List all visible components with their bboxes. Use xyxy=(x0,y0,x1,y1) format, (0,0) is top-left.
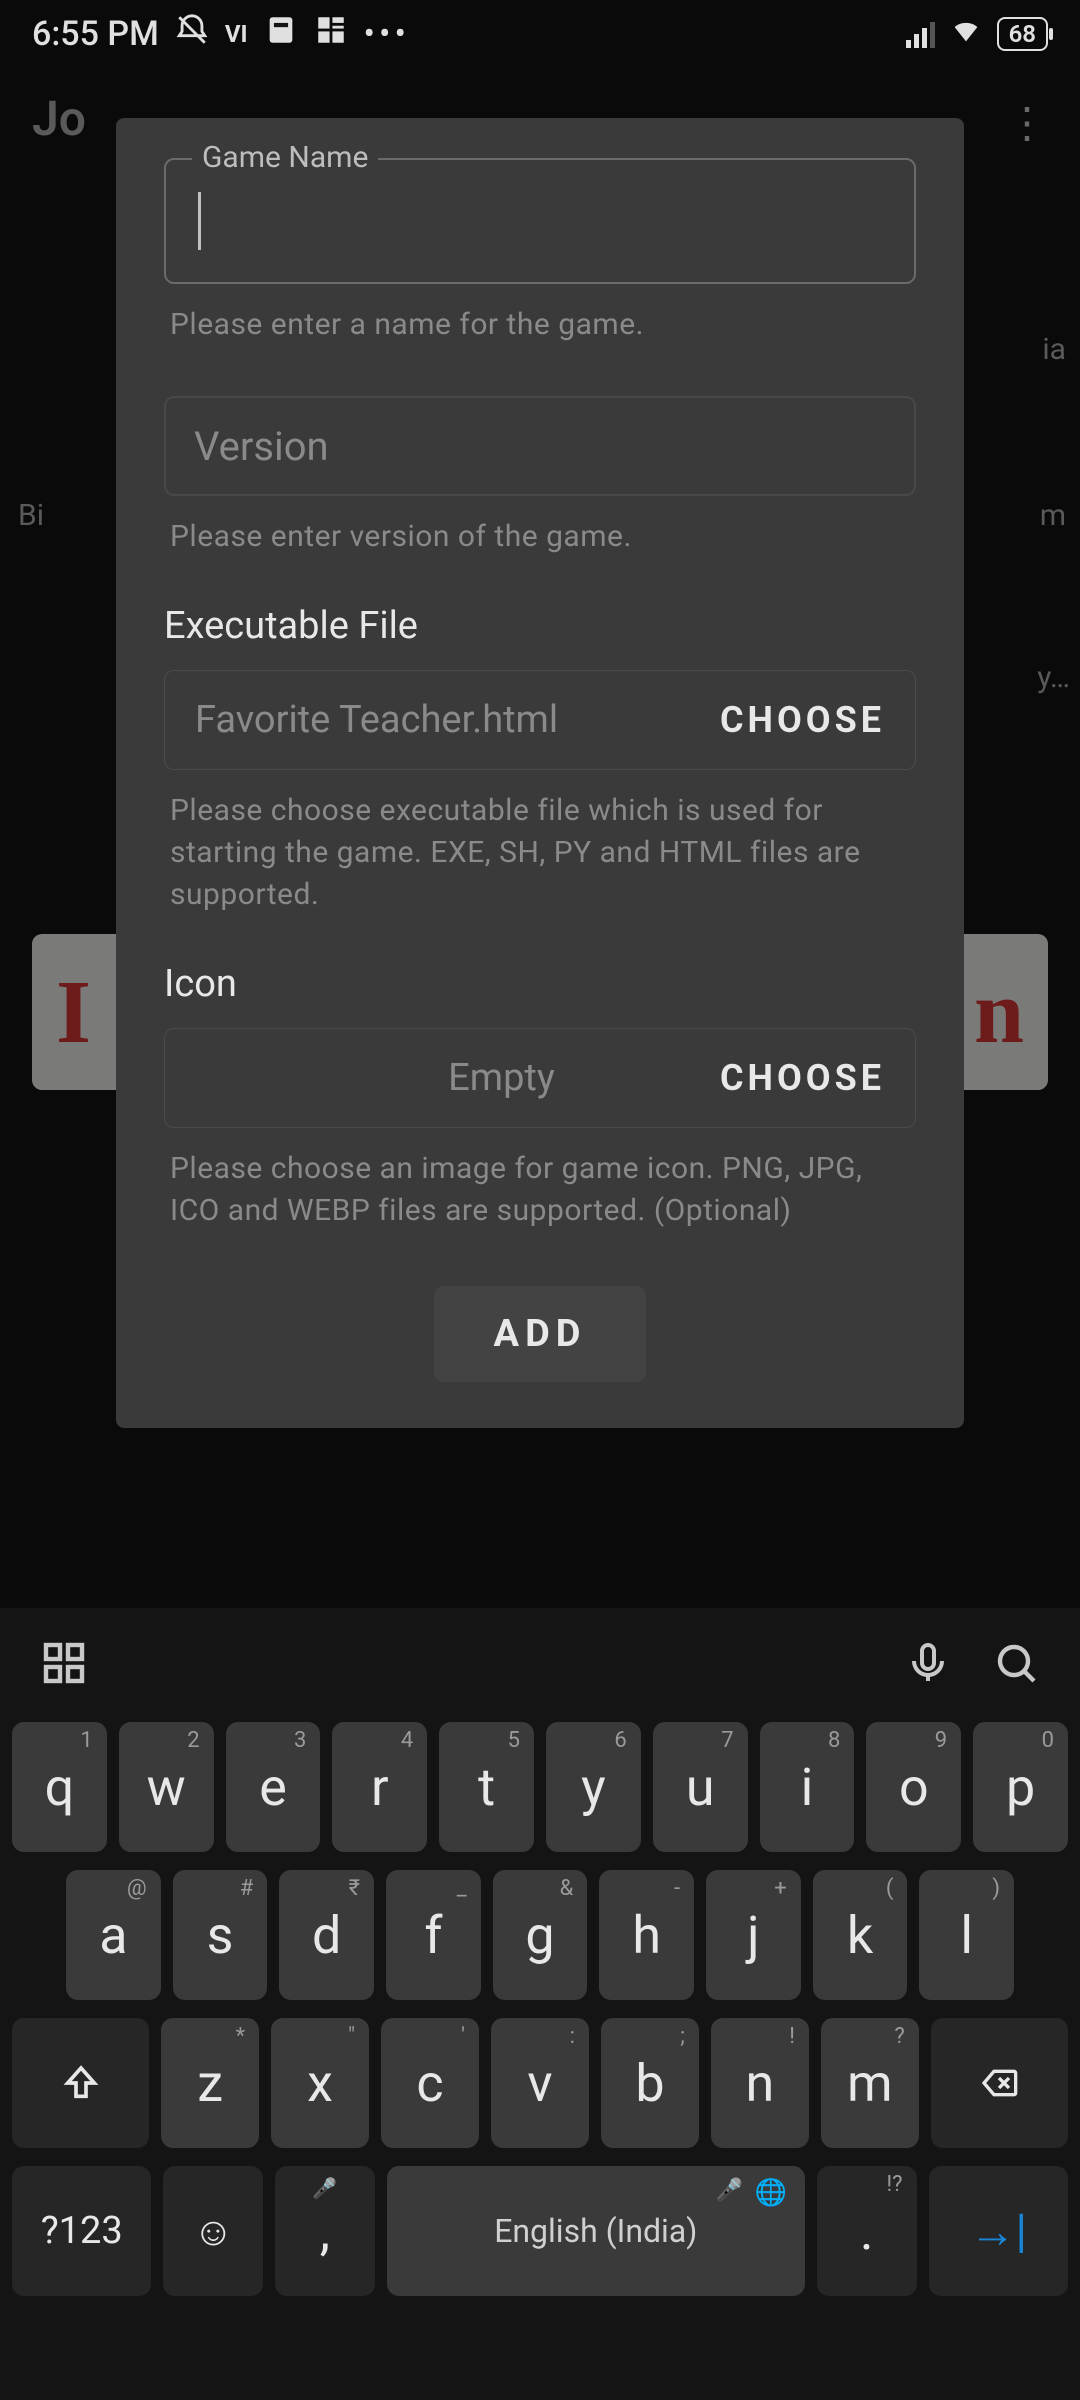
notification-icon-1 xyxy=(264,13,298,56)
wifi-icon xyxy=(949,13,983,56)
executable-value: Favorite Teacher.html xyxy=(195,698,720,742)
keyboard-row-3: *z"x'c:v;b!n?m xyxy=(12,2018,1068,2148)
key-z[interactable]: *z xyxy=(161,2018,259,2148)
key-s[interactable]: #s xyxy=(173,1870,268,2000)
key-y[interactable]: 6y xyxy=(546,1722,641,1852)
key-p[interactable]: 0p xyxy=(973,1722,1068,1852)
game-name-label: Game Name xyxy=(192,140,378,175)
key-b[interactable]: ;b xyxy=(601,2018,699,2148)
bg-text-fragment: y… xyxy=(1037,660,1070,695)
version-field-wrap xyxy=(164,396,916,496)
keyboard-row-4: ?123 ☺ 🎤 , 🎤🌐 English (India) !? . →| xyxy=(12,2166,1068,2296)
status-bar: 6:55 PM VI ••• 68 xyxy=(0,0,1080,68)
status-time: 6:55 PM xyxy=(32,14,159,54)
soft-keyboard: 1q2w3e4r5t6y7u8i9o0p @a#s₹d_f&g-h+j(k)l … xyxy=(0,1608,1080,2400)
executable-helper: Please choose executable file which is u… xyxy=(164,790,916,916)
key-j[interactable]: +j xyxy=(706,1870,801,2000)
key-k[interactable]: (k xyxy=(813,1870,908,2000)
keyboard-search-icon[interactable] xyxy=(992,1639,1040,1691)
key-r[interactable]: 4r xyxy=(332,1722,427,1852)
keyboard-mic-icon[interactable] xyxy=(904,1639,952,1691)
keyboard-row-1: 1q2w3e4r5t6y7u8i9o0p xyxy=(12,1722,1068,1852)
key-a[interactable]: @a xyxy=(66,1870,161,2000)
dnd-icon xyxy=(175,13,209,56)
overflow-menu-icon[interactable]: ⋮ xyxy=(1006,98,1050,148)
add-game-dialog: Game Name Please enter a name for the ga… xyxy=(116,118,964,1428)
key-x[interactable]: "x xyxy=(271,2018,369,2148)
key-i[interactable]: 8i xyxy=(760,1722,855,1852)
game-name-field-wrap: Game Name xyxy=(164,158,916,284)
icon-label: Icon xyxy=(164,962,916,1006)
key-o[interactable]: 9o xyxy=(866,1722,961,1852)
add-button[interactable]: ADD xyxy=(434,1286,647,1382)
backspace-key[interactable] xyxy=(931,2018,1068,2148)
key-n[interactable]: !n xyxy=(711,2018,809,2148)
shift-key[interactable] xyxy=(12,2018,149,2148)
key-l[interactable]: )l xyxy=(919,1870,1014,2000)
emoji-key[interactable]: ☺ xyxy=(163,2166,263,2296)
key-d[interactable]: ₹d xyxy=(279,1870,374,2000)
version-input[interactable] xyxy=(164,396,916,496)
carrier-label: VI xyxy=(225,20,248,48)
executable-chooser[interactable]: Favorite Teacher.html CHOOSE xyxy=(164,670,916,770)
icon-choose-button[interactable]: CHOOSE xyxy=(720,1057,885,1099)
icon-value: Empty xyxy=(195,1056,720,1100)
executable-choose-button[interactable]: CHOOSE xyxy=(720,699,885,741)
key-e[interactable]: 3e xyxy=(226,1722,321,1852)
bg-text-fragment: Bi xyxy=(18,498,44,533)
key-g[interactable]: &g xyxy=(493,1870,588,2000)
key-h[interactable]: -h xyxy=(599,1870,694,2000)
key-w[interactable]: 2w xyxy=(119,1722,214,1852)
icon-chooser[interactable]: Empty CHOOSE xyxy=(164,1028,916,1128)
keyboard-row-2: @a#s₹d_f&g-h+j(k)l xyxy=(12,1870,1068,2000)
keyboard-toolbar xyxy=(0,1608,1080,1722)
executable-label: Executable File xyxy=(164,604,916,648)
enter-key[interactable]: →| xyxy=(929,2166,1068,2296)
period-key[interactable]: !? . xyxy=(817,2166,917,2296)
version-helper: Please enter version of the game. xyxy=(164,516,916,558)
key-u[interactable]: 7u xyxy=(653,1722,748,1852)
more-notifications-icon: ••• xyxy=(364,14,410,54)
game-name-helper: Please enter a name for the game. xyxy=(164,304,916,346)
signal-icon xyxy=(906,20,935,48)
icon-helper: Please choose an image for game icon. PN… xyxy=(164,1148,916,1232)
keyboard-grid-icon[interactable] xyxy=(40,1639,88,1691)
comma-key[interactable]: 🎤 , xyxy=(275,2166,375,2296)
text-cursor xyxy=(198,192,201,250)
key-m[interactable]: ?m xyxy=(821,2018,919,2148)
symbols-key[interactable]: ?123 xyxy=(12,2166,151,2296)
bg-text-fragment: ia xyxy=(1042,332,1066,367)
spacebar-key[interactable]: 🎤🌐 English (India) xyxy=(387,2166,805,2296)
key-f[interactable]: _f xyxy=(386,1870,481,2000)
key-c[interactable]: 'c xyxy=(381,2018,479,2148)
bg-text-fragment: m xyxy=(1040,498,1066,533)
key-q[interactable]: 1q xyxy=(12,1722,107,1852)
key-v[interactable]: :v xyxy=(491,2018,589,2148)
battery-indicator: 68 xyxy=(997,17,1048,51)
notification-icon-2 xyxy=(314,13,348,56)
game-name-input[interactable] xyxy=(164,158,916,284)
key-t[interactable]: 5t xyxy=(439,1722,534,1852)
